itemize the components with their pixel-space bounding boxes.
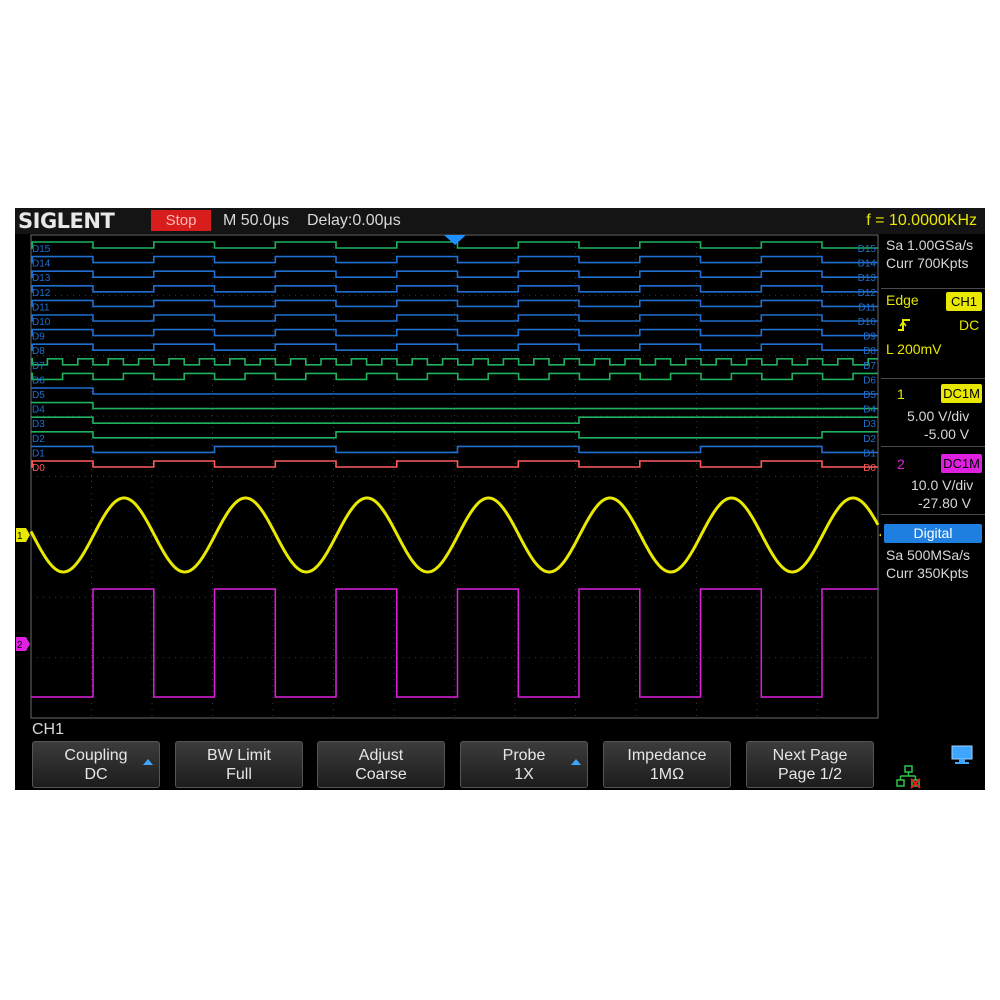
digital-label-left: D1	[32, 448, 45, 459]
trigger-level: L 200mV	[886, 341, 942, 357]
memory-depth: Curr 700Kpts	[886, 255, 969, 271]
digital-label-right: D0	[863, 463, 876, 474]
digital-label-right: D10	[858, 317, 877, 328]
digital-label-left: D2	[32, 434, 45, 445]
menu-title: CH1	[32, 721, 65, 738]
digital-panel[interactable]: Digital Sa 500MSa/s Curr 350Kpts	[881, 516, 985, 586]
bw-limit-softkey[interactable]: BW Limit Full	[175, 741, 303, 788]
ch2-marker-label: 2	[17, 640, 23, 651]
softkey-label: Impedance	[627, 747, 707, 764]
panel-divider	[881, 446, 985, 447]
digital-label-left: D8	[32, 346, 45, 357]
chevron-up-icon	[571, 759, 581, 765]
impedance-softkey[interactable]: Impedance 1MΩ	[603, 741, 731, 788]
ch1-scale: 5.00 V/div	[907, 408, 970, 424]
digital-label-left: D14	[32, 259, 51, 270]
softkey-value: 1MΩ	[649, 766, 685, 783]
waveform-display[interactable]: D15D14D13D12D11D10D9D8D7D6D5D4D3D2D1D0 D…	[15, 208, 985, 790]
ch1-marker-label: 1	[17, 531, 23, 542]
digital-trace-d6	[31, 372, 878, 381]
digital-label-left: D4	[32, 405, 45, 416]
softkey-label: Adjust	[358, 747, 404, 764]
ch2-scale: 10.0 V/div	[911, 477, 974, 493]
digital-label-right: D11	[858, 302, 876, 313]
digital-label-left: D9	[32, 332, 45, 343]
digital-label-left: D12	[32, 288, 51, 299]
digital-label-right: D2	[863, 434, 876, 445]
digital-label-right: D4	[863, 405, 876, 416]
digital-label-left: D3	[32, 419, 45, 430]
digital-trace-d2	[31, 431, 878, 439]
digital-sample-rate: Sa 500MSa/s	[886, 547, 971, 563]
sample-rate: Sa 1.00GSa/s	[886, 237, 974, 253]
digital-label-left: D5	[32, 390, 45, 401]
digital-label-left: D10	[32, 317, 51, 328]
digital-label-left: D6	[32, 375, 45, 386]
panel-divider	[881, 378, 985, 379]
digital-label-right: D9	[863, 332, 876, 343]
ch1-panel[interactable]: 1 DC1M 5.00 V/div -5.00 V	[881, 380, 985, 444]
probe-softkey[interactable]: Probe 1X	[460, 741, 588, 788]
ch2-offset-marker[interactable]: 2	[16, 637, 30, 651]
adjust-softkey[interactable]: Adjust Coarse	[317, 741, 445, 788]
oscilloscope-screen: SIGLENT Stop M 50.0μs Delay:0.00μs f = 1…	[15, 208, 985, 790]
digital-trace-d13	[31, 270, 878, 278]
ch2-offset: -27.80 V	[918, 495, 971, 511]
softkey-value: Full	[226, 766, 252, 783]
digital-memory-depth: Curr 350Kpts	[886, 565, 969, 581]
digital-label-right: D8	[863, 346, 876, 357]
softkey-value: Page 1/2	[777, 766, 843, 783]
digital-label-right: D15	[858, 244, 877, 255]
digital-label-right: D7	[863, 361, 876, 372]
trigger-panel[interactable]: Edge CH1 DC L 200mV	[881, 289, 985, 373]
digital-label-right: D6	[863, 375, 876, 386]
trigger-coupling: DC	[959, 317, 980, 333]
digital-label-right: D3	[863, 419, 876, 430]
ch2-number: 2	[897, 456, 905, 472]
digital-trace-d9	[31, 328, 878, 337]
digital-label-left: D7	[32, 361, 45, 372]
rising-edge-icon	[898, 319, 910, 331]
digital-trace-d10	[31, 314, 878, 322]
chevron-up-icon	[143, 759, 153, 765]
trigger-type: Edge	[886, 292, 919, 308]
next-page-softkey[interactable]: Next Page Page 1/2	[746, 741, 874, 788]
digital-title-badge: Digital	[884, 524, 982, 543]
softkey-label: Coupling	[64, 747, 128, 764]
digital-label-left: D13	[32, 273, 51, 284]
softkey-label: BW Limit	[207, 747, 271, 764]
coupling-softkey[interactable]: Coupling DC	[32, 741, 160, 788]
acquisition-panel[interactable]: Sa 1.00GSa/s Curr 700Kpts	[881, 234, 985, 290]
trigger-source-badge: CH1	[946, 292, 982, 311]
ch1-number: 1	[897, 386, 905, 402]
panel-divider	[881, 514, 985, 515]
softkey-value: Coarse	[355, 766, 407, 783]
ch2-coupling-badge: DC1M	[941, 454, 982, 473]
graticule	[30, 234, 879, 719]
digital-label-right: D5	[863, 390, 876, 401]
softkey-label: Next Page	[772, 747, 848, 764]
ch1-offset: -5.00 V	[924, 426, 970, 442]
digital-label-right: D12	[858, 288, 877, 299]
digital-label-right: D13	[858, 273, 877, 284]
digital-label-right: D1	[863, 448, 876, 459]
softkey-label: Probe	[502, 747, 546, 764]
ch2-panel[interactable]: 2 DC1M 10.0 V/div -27.80 V	[881, 448, 985, 512]
monitor-icon[interactable]	[950, 744, 974, 766]
ch1-coupling-badge: DC1M	[941, 384, 982, 403]
softkey-value: DC	[84, 766, 108, 783]
softkey-value: 1X	[514, 766, 534, 783]
network-disconnected-icon[interactable]	[896, 765, 922, 789]
trigger-position-marker[interactable]	[444, 235, 466, 245]
digital-label-right: D14	[858, 259, 877, 270]
ch1-offset-marker[interactable]: 1	[16, 528, 30, 542]
digital-trace-d12	[31, 285, 878, 293]
digital-label-left: D15	[32, 244, 51, 255]
digital-label-left: D0	[32, 463, 45, 474]
digital-label-left: D11	[32, 302, 50, 313]
digital-trace-d3	[31, 416, 878, 424]
